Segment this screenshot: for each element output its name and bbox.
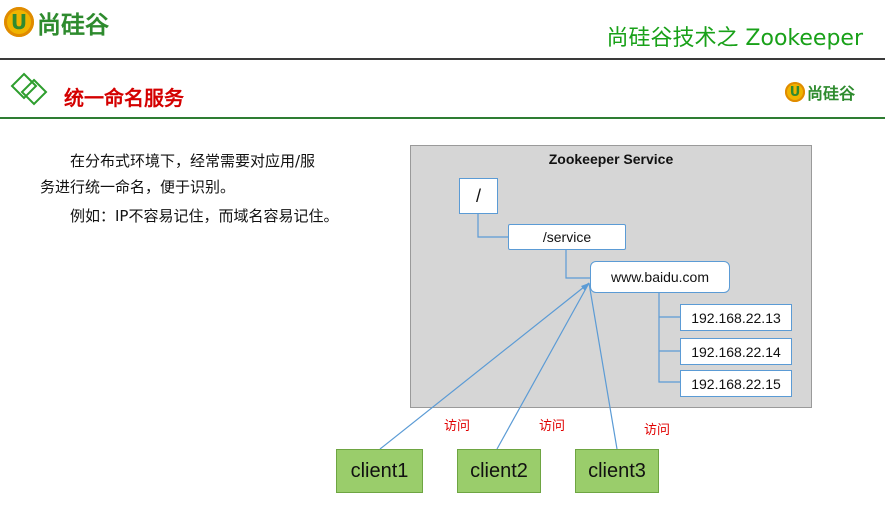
visit-label-2: 访问 — [539, 419, 566, 434]
header-title: 尚硅谷技术之 Zookeeper — [606, 26, 863, 51]
logo-text: 尚硅谷 — [37, 10, 109, 39]
small-logo-text: 尚硅谷 — [806, 84, 855, 103]
root-node: / — [459, 178, 498, 214]
brand-logo: U 尚硅谷 — [4, 4, 109, 40]
paragraph2: 例如：IP不容易记住，而域名容易记住。 — [70, 207, 339, 225]
small-logo-u-icon: U — [784, 82, 805, 102]
paragraph1-line1: 在分布式环境下，经常需要对应用/服 — [70, 152, 316, 170]
logo-u-icon: U — [4, 7, 34, 37]
client1-box: client1 — [336, 449, 423, 493]
ip-node: 192.168.22.14 — [680, 338, 792, 365]
header-divider — [0, 58, 885, 60]
visit-label-1: 访问 — [444, 419, 471, 434]
small-brand-logo: U 尚硅谷 — [784, 80, 855, 104]
diamond-icon — [10, 72, 48, 106]
service-node: /service — [508, 224, 626, 250]
small-logo-letter: U — [789, 84, 801, 100]
client3-box: client3 — [575, 449, 659, 493]
domain-node: www.baidu.com — [590, 261, 730, 293]
paragraph1-line2: 务进行统一命名，便于识别。 — [40, 178, 236, 196]
section-divider — [0, 117, 885, 119]
ip-node: 192.168.22.13 — [680, 304, 792, 331]
section-title: 统一命名服务 — [64, 86, 184, 110]
visit-label-3: 访问 — [644, 423, 671, 438]
client2-box: client2 — [457, 449, 541, 493]
zookeeper-service-title: Zookeeper Service — [548, 151, 674, 167]
logo-letter: U — [10, 10, 28, 34]
ip-node: 192.168.22.15 — [680, 370, 792, 397]
